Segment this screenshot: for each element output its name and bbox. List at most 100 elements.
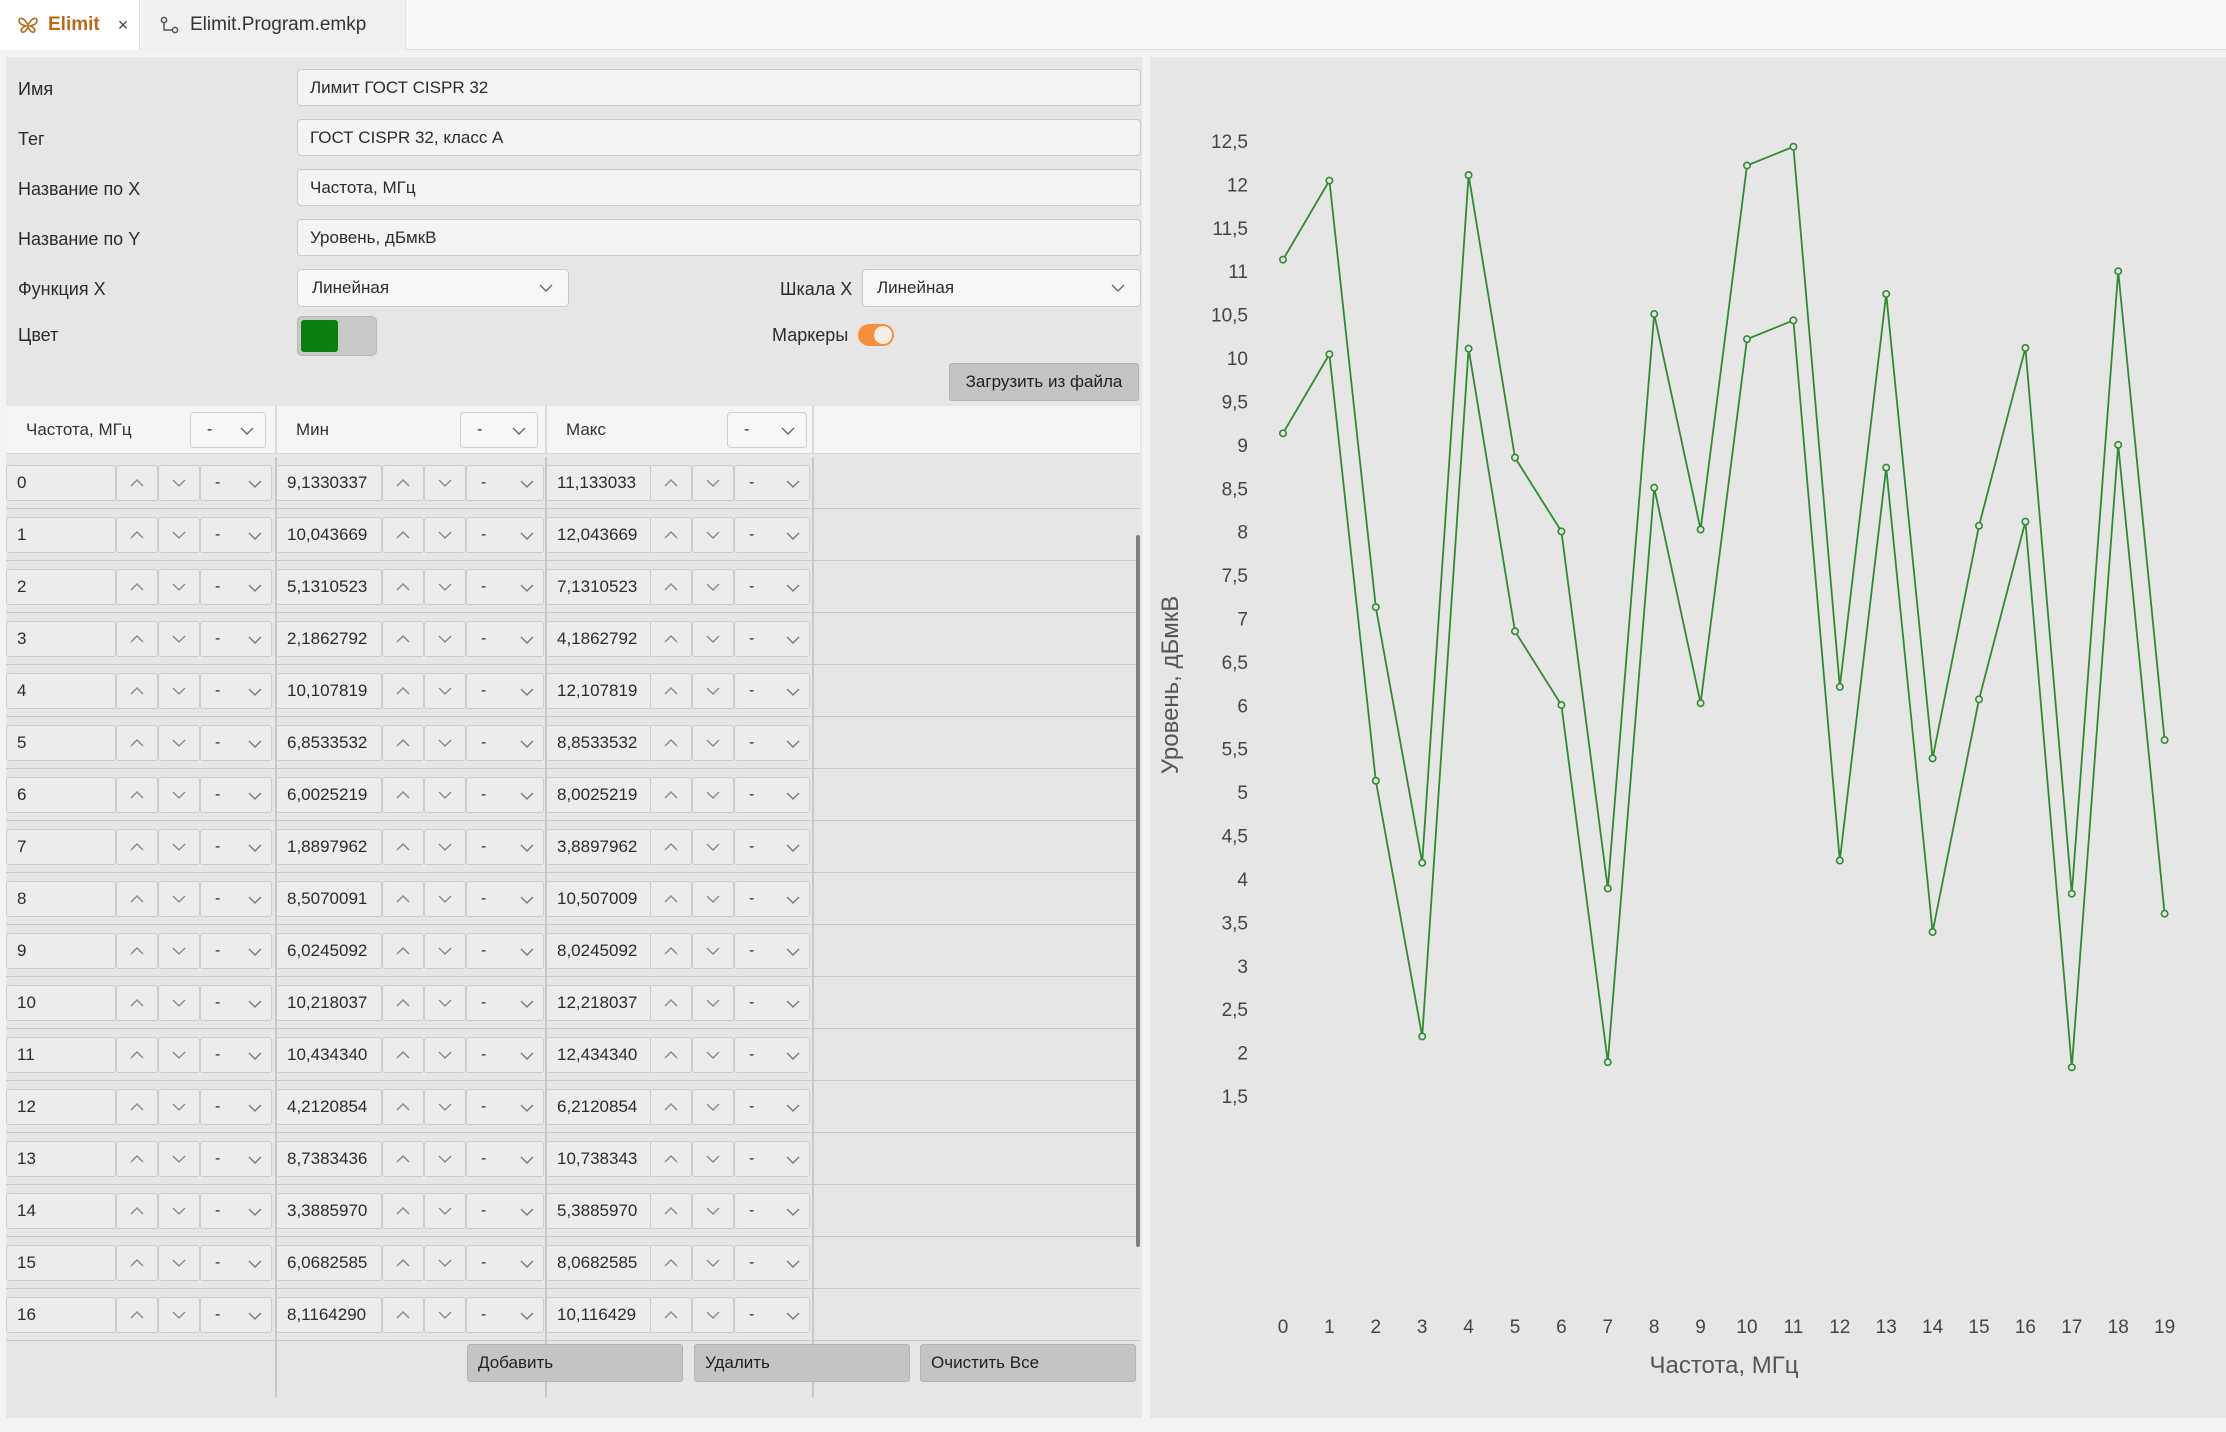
min-unit-select[interactable]: - xyxy=(466,881,544,917)
frequency-cell-input[interactable]: 0 xyxy=(6,465,116,501)
max-cell-input[interactable]: 10,116429 xyxy=(546,1297,652,1333)
decrement-button[interactable] xyxy=(692,465,734,501)
max-cell-input[interactable]: 8,0025219 xyxy=(546,777,652,813)
decrement-button[interactable] xyxy=(692,985,734,1021)
decrement-button[interactable] xyxy=(424,1297,466,1333)
decrement-button[interactable] xyxy=(158,1297,200,1333)
min-cell-input[interactable]: 10,107819 xyxy=(276,673,382,709)
delete-button[interactable]: Удалить xyxy=(694,1344,910,1382)
increment-button[interactable] xyxy=(116,517,158,553)
frequency-unit-select[interactable]: - xyxy=(200,881,272,917)
min-cell-input[interactable]: 6,0025219 xyxy=(276,777,382,813)
frequency-cell-input[interactable]: 9 xyxy=(6,933,116,969)
function-x-select[interactable]: Линейная xyxy=(297,269,569,307)
add-button[interactable]: Добавить xyxy=(467,1344,683,1382)
max-unit-select[interactable]: - xyxy=(734,673,810,709)
decrement-button[interactable] xyxy=(424,1089,466,1125)
min-cell-input[interactable]: 10,434340 xyxy=(276,1037,382,1073)
frequency-cell-input[interactable]: 11 xyxy=(6,1037,116,1073)
increment-button[interactable] xyxy=(116,673,158,709)
frequency-unit-select[interactable]: - xyxy=(200,985,272,1021)
min-unit-select[interactable]: - xyxy=(466,1297,544,1333)
decrement-button[interactable] xyxy=(424,829,466,865)
decrement-button[interactable] xyxy=(424,465,466,501)
frequency-unit-select[interactable]: - xyxy=(200,829,272,865)
decrement-button[interactable] xyxy=(158,1089,200,1125)
increment-button[interactable] xyxy=(116,569,158,605)
decrement-button[interactable] xyxy=(158,1193,200,1229)
frequency-unit-select[interactable]: - xyxy=(200,1089,272,1125)
max-cell-input[interactable]: 7,1310523 xyxy=(546,569,652,605)
increment-button[interactable] xyxy=(382,1089,424,1125)
min-cell-input[interactable]: 9,1330337 xyxy=(276,465,382,501)
frequency-unit-select[interactable]: - xyxy=(200,1297,272,1333)
frequency-cell-input[interactable]: 12 xyxy=(6,1089,116,1125)
grid-scrollbar[interactable] xyxy=(1136,535,1140,1247)
min-cell-input[interactable]: 1,8897962 xyxy=(276,829,382,865)
increment-button[interactable] xyxy=(382,1193,424,1229)
decrement-button[interactable] xyxy=(692,933,734,969)
header-frequency-select[interactable]: - xyxy=(190,412,266,448)
increment-button[interactable] xyxy=(382,829,424,865)
increment-button[interactable] xyxy=(116,829,158,865)
decrement-button[interactable] xyxy=(158,777,200,813)
max-cell-input[interactable]: 10,507009 xyxy=(546,881,652,917)
frequency-unit-select[interactable]: - xyxy=(200,569,272,605)
min-unit-select[interactable]: - xyxy=(466,569,544,605)
min-unit-select[interactable]: - xyxy=(466,1089,544,1125)
increment-button[interactable] xyxy=(650,829,692,865)
increment-button[interactable] xyxy=(650,777,692,813)
max-cell-input[interactable]: 12,434340 xyxy=(546,1037,652,1073)
color-picker[interactable] xyxy=(297,316,377,356)
increment-button[interactable] xyxy=(382,517,424,553)
frequency-unit-select[interactable]: - xyxy=(200,621,272,657)
tab-elimit[interactable]: Elimit × xyxy=(0,0,140,50)
max-cell-input[interactable]: 11,133033 xyxy=(546,465,652,501)
frequency-cell-input[interactable]: 3 xyxy=(6,621,116,657)
min-unit-select[interactable]: - xyxy=(466,621,544,657)
decrement-button[interactable] xyxy=(424,1245,466,1281)
min-unit-select[interactable]: - xyxy=(466,1037,544,1073)
decrement-button[interactable] xyxy=(692,881,734,917)
decrement-button[interactable] xyxy=(424,1141,466,1177)
decrement-button[interactable] xyxy=(158,881,200,917)
max-cell-input[interactable]: 3,8897962 xyxy=(546,829,652,865)
max-cell-input[interactable]: 8,0245092 xyxy=(546,933,652,969)
increment-button[interactable] xyxy=(382,569,424,605)
increment-button[interactable] xyxy=(116,1141,158,1177)
increment-button[interactable] xyxy=(650,881,692,917)
decrement-button[interactable] xyxy=(692,777,734,813)
decrement-button[interactable] xyxy=(424,673,466,709)
frequency-cell-input[interactable]: 15 xyxy=(6,1245,116,1281)
yname-input[interactable]: Уровень, дБмкВ xyxy=(297,219,1141,256)
decrement-button[interactable] xyxy=(158,517,200,553)
max-cell-input[interactable]: 6,2120854 xyxy=(546,1089,652,1125)
decrement-button[interactable] xyxy=(158,1141,200,1177)
frequency-cell-input[interactable]: 5 xyxy=(6,725,116,761)
min-cell-input[interactable]: 8,5070091 xyxy=(276,881,382,917)
max-cell-input[interactable]: 8,0682585 xyxy=(546,1245,652,1281)
decrement-button[interactable] xyxy=(158,569,200,605)
increment-button[interactable] xyxy=(650,1297,692,1333)
frequency-unit-select[interactable]: - xyxy=(200,673,272,709)
increment-button[interactable] xyxy=(650,569,692,605)
min-cell-input[interactable]: 10,043669 xyxy=(276,517,382,553)
min-cell-input[interactable]: 2,1862792 xyxy=(276,621,382,657)
min-cell-input[interactable]: 6,0245092 xyxy=(276,933,382,969)
max-cell-input[interactable]: 12,043669 xyxy=(546,517,652,553)
min-unit-select[interactable]: - xyxy=(466,673,544,709)
increment-button[interactable] xyxy=(116,725,158,761)
increment-button[interactable] xyxy=(650,465,692,501)
increment-button[interactable] xyxy=(650,517,692,553)
min-unit-select[interactable]: - xyxy=(466,465,544,501)
decrement-button[interactable] xyxy=(692,569,734,605)
max-cell-input[interactable]: 12,218037 xyxy=(546,985,652,1021)
min-unit-select[interactable]: - xyxy=(466,1245,544,1281)
max-unit-select[interactable]: - xyxy=(734,517,810,553)
min-unit-select[interactable]: - xyxy=(466,517,544,553)
increment-button[interactable] xyxy=(116,1297,158,1333)
decrement-button[interactable] xyxy=(692,673,734,709)
increment-button[interactable] xyxy=(382,933,424,969)
scale-x-select[interactable]: Линейная xyxy=(862,269,1141,307)
max-unit-select[interactable]: - xyxy=(734,777,810,813)
